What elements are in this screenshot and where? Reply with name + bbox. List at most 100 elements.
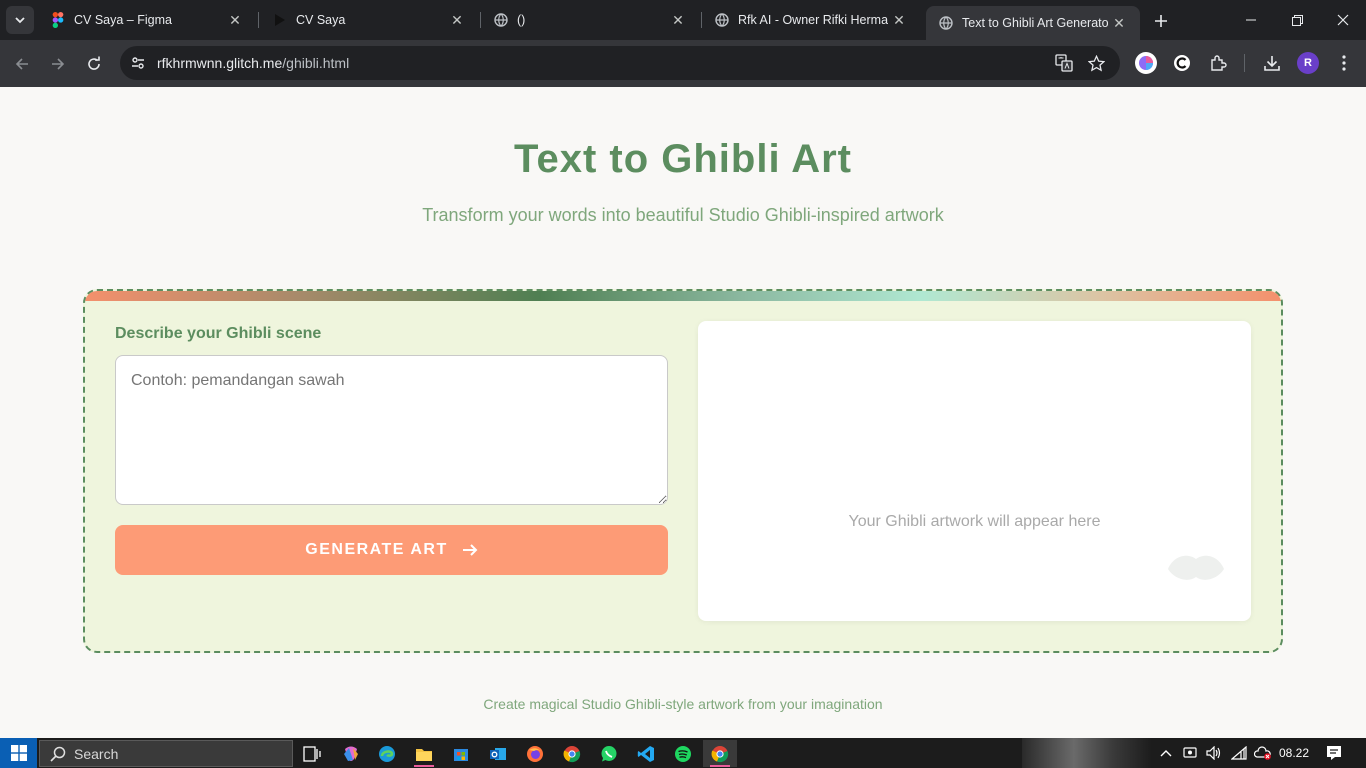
chrome-active-app[interactable] — [703, 740, 737, 767]
store-icon — [454, 748, 468, 761]
globe-icon — [714, 12, 730, 28]
cloud-icon — [1168, 555, 1224, 580]
back-button[interactable] — [7, 49, 37, 79]
chrome-icon — [563, 745, 581, 762]
close-icon[interactable]: ✕ — [446, 9, 468, 31]
chrome-app[interactable] — [555, 740, 589, 767]
avatar: R — [1297, 52, 1319, 74]
search-label: Search — [74, 745, 119, 762]
tab-ghibli-active[interactable]: Text to Ghibli Art Generator ✕ — [926, 6, 1140, 40]
extension-colorful-icon[interactable] — [1133, 50, 1159, 76]
task-view-icon — [303, 745, 321, 762]
speaker-icon — [1206, 746, 1221, 760]
page-subtitle: Transform your words into beautiful Stud… — [422, 205, 944, 225]
page-content: Text to Ghibli Art Transform your words … — [0, 87, 1366, 738]
vscode-app[interactable] — [629, 740, 663, 767]
tab-search-button[interactable] — [6, 6, 34, 34]
star-icon[interactable] — [1084, 51, 1108, 75]
search-icon — [50, 746, 66, 762]
store-app[interactable] — [444, 740, 478, 767]
profile-button[interactable]: R — [1295, 50, 1321, 76]
generate-art-label: GENERATE ART — [305, 541, 448, 558]
menu-kebab-icon[interactable] — [1331, 50, 1357, 76]
file-explorer-app[interactable] — [407, 740, 441, 767]
tray-overflow-button[interactable] — [1156, 738, 1176, 768]
globe-icon — [493, 12, 509, 28]
whatsapp-icon — [601, 745, 617, 761]
tab-title: CV Saya – Figma — [74, 13, 172, 27]
chrome-icon — [711, 745, 729, 762]
tab-cv-saya[interactable]: CV Saya ✕ — [260, 0, 478, 40]
reload-button[interactable] — [79, 49, 109, 79]
clock[interactable]: 08.22 — [1276, 738, 1312, 768]
chevron-down-icon — [15, 17, 25, 24]
translate-icon[interactable] — [1052, 51, 1076, 75]
arrow-right-icon — [462, 543, 478, 557]
network-button[interactable] — [1228, 738, 1250, 768]
prompt-input[interactable] — [115, 355, 668, 505]
windows-logo-icon — [10, 745, 27, 761]
wifi-icon — [1231, 746, 1247, 760]
close-window-button[interactable] — [1320, 0, 1366, 40]
taskbar: Search 08.22 — [0, 738, 1366, 768]
running-indicator — [710, 765, 730, 767]
gradient-accent-bar — [85, 291, 1281, 301]
tab-figma[interactable]: CV Saya – Figma ✕ — [38, 0, 256, 40]
spotify-icon — [675, 745, 691, 762]
task-view-button[interactable] — [295, 740, 329, 767]
address-bar[interactable]: rfkhrmwnn.glitch.me/ghibli.html — [120, 46, 1120, 80]
meet-now-button[interactable] — [1180, 738, 1200, 768]
forward-button[interactable] — [43, 49, 73, 79]
plus-icon — [1155, 15, 1167, 27]
reload-icon — [88, 56, 100, 70]
onedrive-button[interactable] — [1252, 738, 1274, 768]
copilot-icon — [344, 746, 358, 761]
spotify-app[interactable] — [666, 740, 700, 767]
arrow-left-icon — [15, 58, 28, 70]
close-icon[interactable]: ✕ — [224, 9, 246, 31]
prompt-label: Describe your Ghibli scene — [115, 325, 322, 342]
start-button[interactable] — [0, 738, 37, 768]
download-icon[interactable] — [1259, 50, 1285, 76]
outlook-app[interactable] — [481, 740, 515, 767]
copilot-app[interactable] — [334, 740, 368, 767]
whatsapp-app[interactable] — [592, 740, 626, 767]
close-icon[interactable]: ✕ — [667, 9, 689, 31]
edge-app[interactable] — [370, 740, 404, 767]
running-indicator — [414, 765, 434, 767]
cloud-error-icon — [1254, 746, 1271, 760]
new-tab-button[interactable] — [1148, 8, 1174, 34]
webcam-icon — [1183, 747, 1197, 758]
arrow-right-icon — [52, 58, 65, 70]
tab-rfk-ai[interactable]: Rfk AI - Owner Rifki Hermaw ✕ — [702, 0, 920, 40]
url-path: /ghibli.html — [282, 55, 350, 71]
tab-divider — [258, 12, 259, 28]
url-host: rfkhrmwnn.glitch.me — [157, 55, 283, 71]
site-info-icon[interactable] — [126, 51, 150, 75]
page-title: Text to Ghibli Art — [514, 137, 852, 181]
extensions-puzzle-icon[interactable] — [1205, 50, 1231, 76]
close-icon[interactable]: ✕ — [888, 9, 910, 31]
tab-title: () — [517, 13, 526, 27]
generate-art-button[interactable]: GENERATE ART — [115, 525, 668, 575]
restore-button[interactable] — [1274, 0, 1320, 40]
minimize-button[interactable] — [1228, 0, 1274, 40]
tab-empty[interactable]: () ✕ — [481, 0, 699, 40]
tab-title: Text to Ghibli Art Generator — [962, 16, 1108, 30]
close-icon[interactable]: ✕ — [1108, 12, 1130, 34]
volume-button[interactable] — [1203, 738, 1225, 768]
firefox-app[interactable] — [518, 740, 552, 767]
minimize-icon — [1246, 19, 1256, 21]
toolbar-divider — [1244, 54, 1245, 72]
outlook-icon — [490, 747, 506, 760]
edge-icon — [379, 745, 395, 762]
restore-icon — [1291, 14, 1303, 26]
url-text: rfkhrmwnn.glitch.me/ghibli.html — [157, 55, 349, 71]
extension-c-icon[interactable] — [1169, 50, 1195, 76]
tab-title: Rfk AI - Owner Rifki Hermaw — [738, 13, 888, 27]
taskbar-search[interactable]: Search — [39, 740, 293, 767]
generator-card: Describe your Ghibli scene GENERATE ART … — [83, 289, 1283, 653]
folder-icon — [416, 748, 432, 761]
notifications-button[interactable] — [1322, 738, 1346, 768]
play-icon — [272, 12, 288, 28]
